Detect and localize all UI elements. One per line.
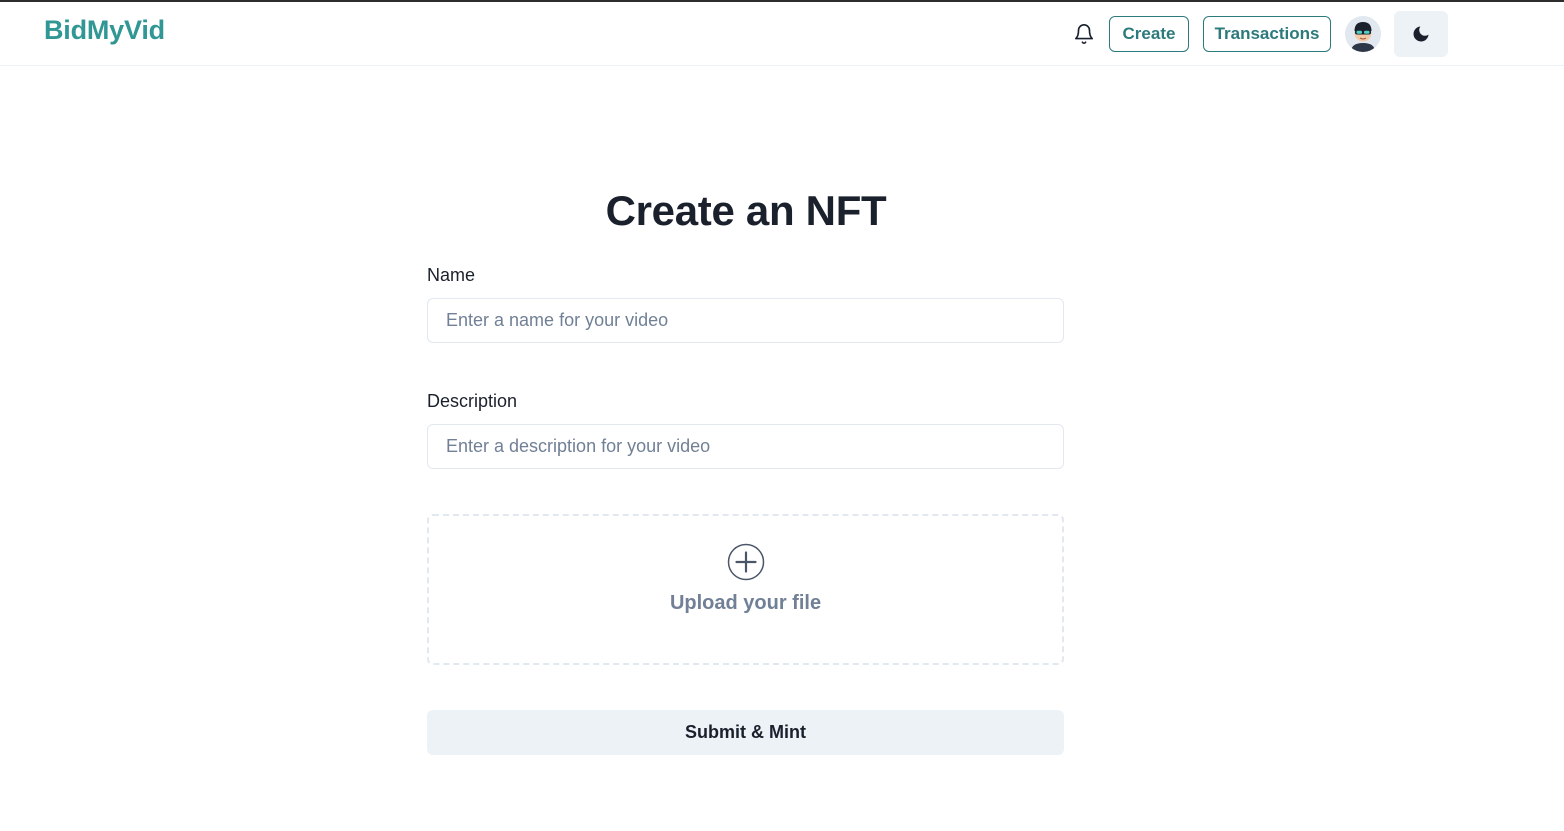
- file-upload-dropzone[interactable]: Upload your file: [427, 514, 1064, 665]
- name-label: Name: [427, 265, 476, 285]
- plus-circle-icon: [727, 543, 765, 581]
- bell-icon[interactable]: [1071, 20, 1097, 48]
- create-button[interactable]: Create: [1109, 16, 1189, 52]
- page-title: Create an NFT: [605, 187, 887, 234]
- top-nav: BidMyVid Create Transactions: [0, 2, 1564, 66]
- submit-mint-button[interactable]: Submit & Mint: [427, 710, 1064, 755]
- brand-logo[interactable]: BidMyVid: [44, 15, 165, 46]
- transactions-button[interactable]: Transactions: [1203, 16, 1331, 52]
- avatar-image: [1345, 16, 1381, 52]
- description-input[interactable]: [427, 424, 1064, 469]
- upload-label: Upload your file: [669, 592, 822, 614]
- moon-icon: [1413, 26, 1429, 42]
- description-label: Description: [427, 391, 518, 411]
- theme-toggle-button[interactable]: [1394, 11, 1448, 57]
- name-input[interactable]: [427, 298, 1064, 343]
- avatar[interactable]: [1345, 16, 1381, 52]
